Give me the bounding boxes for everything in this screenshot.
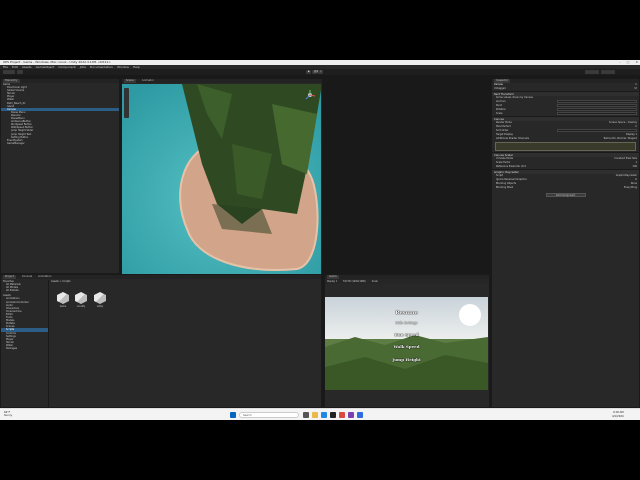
project-folder-tree: Favorites All Materials All Models All Pref… xyxy=(1,280,49,407)
asset-label: Game xyxy=(59,305,67,308)
scene-tools-overlay[interactable] xyxy=(124,88,129,118)
scale-field[interactable] xyxy=(557,112,637,115)
rotation-field[interactable] xyxy=(557,108,637,111)
sun-icon xyxy=(459,304,481,326)
script-field[interactable]: GraphicRaycaster xyxy=(616,174,637,178)
step-button[interactable]: ▷ xyxy=(318,70,323,74)
resume-button[interactable]: Resume xyxy=(395,310,417,316)
edge-icon[interactable] xyxy=(321,412,327,418)
account-button[interactable] xyxy=(3,70,15,74)
tab-scene[interactable]: Scene xyxy=(124,79,136,83)
favorite-item[interactable]: All Prefabs xyxy=(1,289,48,292)
weather-desc: Sunny xyxy=(4,414,13,417)
app-icon[interactable] xyxy=(357,412,363,418)
raycaster-row-4: Blocking Mask xyxy=(496,186,514,189)
main-toolbar: ▶ ❚❚ ▷ xyxy=(0,69,640,75)
cloud-button[interactable] xyxy=(17,70,23,74)
blocking-mask-dropdown[interactable]: Everything xyxy=(624,186,637,190)
hide-settings-button[interactable]: Hide Settings xyxy=(395,321,417,325)
project-breadcrumb[interactable]: Assets > Scripts xyxy=(51,280,70,283)
tab-animator[interactable]: Animator xyxy=(142,79,154,83)
scene-gizmo-icon[interactable] xyxy=(305,90,316,100)
hierarchy-panel: Hierarchy Game Directional Light Global Vo… xyxy=(0,78,120,274)
inspector-panel: Inspector Canvas ☐ Untagged UI Rect Tran… xyxy=(491,78,640,408)
play-button[interactable]: ▶ xyxy=(306,70,311,74)
rect-row-5: Scale xyxy=(496,112,503,115)
hierarchy-item[interactable]: GameManager xyxy=(1,142,119,145)
canvas-row-5: Additional Shader Channels xyxy=(496,137,530,140)
asset-locality[interactable]: Locality xyxy=(74,292,88,308)
project-panel: Project Console Animation Favorites All M… xyxy=(0,274,322,408)
clock[interactable]: 9:18 AM 4/1/2024 xyxy=(612,411,624,418)
scale-slider[interactable]: Scale xyxy=(372,279,378,284)
start-icon[interactable] xyxy=(230,412,236,418)
game-view[interactable]: Resume Hide Settings Run Speed Walk Spee… xyxy=(325,297,488,390)
chrome-icon[interactable] xyxy=(339,412,345,418)
shader-channels-dropdown[interactable]: TexCoord1, Normal, Tangent xyxy=(603,137,637,141)
tab-console[interactable]: Console xyxy=(22,275,32,279)
window-title: OPS Project - Game - Windows, Mac, Linux… xyxy=(3,60,111,64)
hierarchy-list: Game Directional Light Global Volume Terrai… xyxy=(1,83,119,145)
game-toolbar: Display 1 Full HD (1920x1080) Scale xyxy=(325,279,489,284)
weather-widget[interactable]: 64°F Sunny xyxy=(4,411,12,417)
scale-mode-dropdown[interactable]: Constant Pixel Size xyxy=(614,157,637,161)
script-icon xyxy=(57,292,69,304)
folder-item[interactable]: Packages xyxy=(1,347,48,350)
pause-button[interactable]: ❚❚ xyxy=(312,70,318,74)
asset-label: Lobby xyxy=(96,305,104,308)
pivot-field[interactable] xyxy=(557,104,637,107)
sort-order-field[interactable] xyxy=(557,129,637,132)
windows-taskbar: 64°F Sunny Search 9:18 AM 4/1/2024 xyxy=(0,408,640,420)
clock-date: 4/1/2024 xyxy=(612,414,624,418)
unity-icon[interactable] xyxy=(330,412,336,418)
resolution-dropdown[interactable]: Full HD (1920x1080) xyxy=(343,279,366,284)
clock-time: 9:18 AM xyxy=(612,411,624,414)
script-icon xyxy=(94,292,106,304)
script-icon xyxy=(75,292,87,304)
desktop-screen: OPS Project - Game - Windows, Mac, Linux… xyxy=(0,60,640,420)
render-mode-dropdown[interactable]: Screen Space - Overlay xyxy=(609,121,637,125)
anchors-field[interactable] xyxy=(557,100,637,103)
scene-island-drawing xyxy=(122,84,321,274)
display-dropdown[interactable]: Display 1 xyxy=(327,279,337,284)
file-explorer-icon[interactable] xyxy=(312,412,318,418)
jump-height-button[interactable]: Jump Height xyxy=(392,357,421,362)
asset-label: Locality xyxy=(76,305,86,308)
task-view-icon[interactable] xyxy=(303,412,309,418)
walk-speed-button[interactable]: Walk Speed xyxy=(394,344,420,349)
visual-studio-icon[interactable] xyxy=(348,412,354,418)
scene-view[interactable] xyxy=(122,84,321,274)
tag-dropdown[interactable]: Untagged xyxy=(494,87,506,91)
tab-animation[interactable]: Animation xyxy=(38,275,51,279)
asset-lobby[interactable]: Lobby xyxy=(93,292,107,308)
tab-project[interactable]: Project xyxy=(3,275,16,279)
asset-game[interactable]: Game xyxy=(56,292,70,308)
run-speed-button[interactable]: Run Speed xyxy=(394,332,418,337)
layout-dropdown[interactable] xyxy=(601,70,615,74)
search-input[interactable]: Search xyxy=(239,412,299,418)
layers-dropdown[interactable] xyxy=(585,70,599,74)
warning-box xyxy=(495,142,636,151)
scaler-row-3: Reference Pixels Per Unit xyxy=(496,165,526,168)
layer-dropdown[interactable]: UI xyxy=(635,87,637,91)
add-component-button[interactable]: Add Component xyxy=(545,193,586,197)
ppu-field[interactable]: 100 xyxy=(632,165,637,169)
